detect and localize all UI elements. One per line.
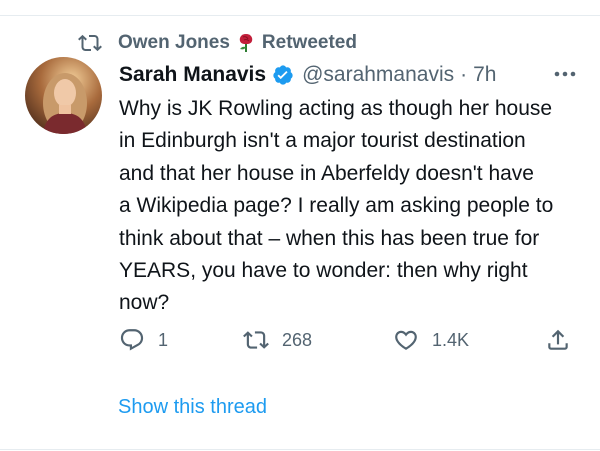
show-thread-link[interactable]: Show this thread [118,396,267,419]
like-count: 1.4K [432,329,470,350]
tweet-header: Sarah Manavis @sarahmanavis · 7h [119,60,496,90]
more-icon[interactable] [553,64,577,84]
retweet-context: Owen Jones Retweeted [78,31,357,55]
separator-dot: · [460,63,468,86]
reply-icon [120,329,144,351]
retweet-icon [78,34,102,52]
author-name[interactable]: Sarah Manavis [119,63,266,87]
retweeted-label: Retweeted [261,32,357,53]
verified-badge-icon [273,65,293,85]
share-icon [548,329,568,350]
like-button[interactable]: 1.4K [393,327,469,353]
bottom-divider [0,449,600,450]
retweet-icon [243,331,269,349]
author-handle[interactable]: @sarahmanavis [302,63,454,87]
tweet-text: Why is JK Rowling acting as though her h… [119,97,554,315]
tweet-timestamp[interactable]: 7h [473,63,496,87]
retweeter-name[interactable]: Owen Jones [118,32,230,54]
retweet-button[interactable]: 268 [243,327,312,353]
reply-button[interactable]: 1 [119,327,168,353]
action-bar: 1 268 1.4K [0,327,600,357]
rose-icon [239,34,253,52]
top-divider [0,15,600,16]
avatar-image [25,57,102,134]
retweet-count: 268 [282,329,313,350]
avatar[interactable] [25,57,102,134]
share-button[interactable] [545,327,584,353]
reply-count: 1 [158,329,169,350]
heart-icon [395,330,417,350]
